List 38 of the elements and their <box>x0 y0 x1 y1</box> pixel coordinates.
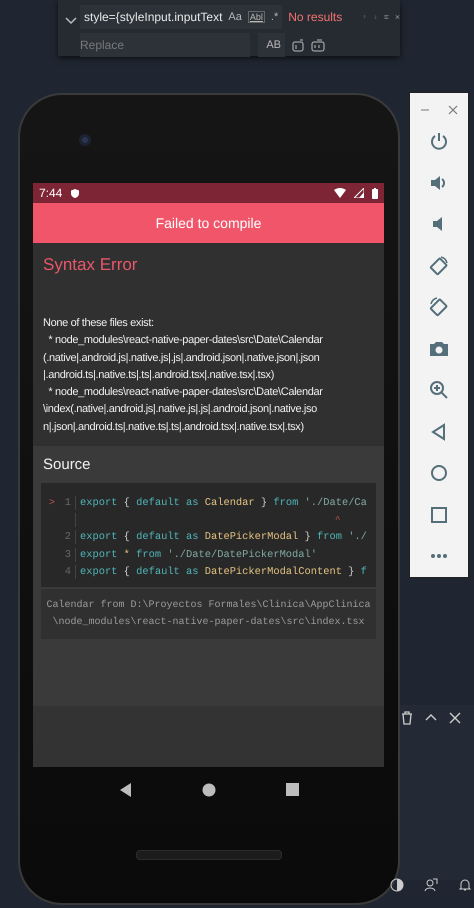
wifi-icon <box>334 188 346 198</box>
back-icon[interactable] <box>118 782 132 798</box>
camera-lens-icon <box>78 133 92 147</box>
home-icon[interactable] <box>202 782 216 796</box>
code-line: 3 export * from './Date/DatePickerModal' <box>64 546 318 564</box>
zoom-icon[interactable] <box>429 380 449 400</box>
close-icon[interactable] <box>448 104 458 115</box>
replace-icon[interactable] <box>291 38 305 52</box>
error-title: Syntax Error <box>43 255 138 275</box>
match-option[interactable]: Aa <box>228 10 242 22</box>
power-icon[interactable] <box>429 131 449 152</box>
rotate-left-icon[interactable] <box>429 297 449 318</box>
source-title: Source <box>43 456 92 473</box>
bell-icon[interactable] <box>458 878 472 892</box>
error-caret: ^ <box>335 515 340 526</box>
home-icon[interactable] <box>429 463 449 484</box>
replace-all-icon[interactable] <box>311 38 325 52</box>
error-location: Calendar from D:\Proyectos Formales\Clinica\AppClinica \node_modules\react-native-paper-dates\src\index.tsx <box>41 588 376 639</box>
contrast-icon[interactable] <box>390 878 404 892</box>
trash-icon[interactable] <box>400 711 414 725</box>
battery-icon <box>372 188 378 198</box>
person-icon[interactable] <box>424 878 438 892</box>
find-status: No results <box>288 10 342 24</box>
code-line: > 1 export { default as Calendar } from './Date/Ca <box>48 494 368 512</box>
overview-icon[interactable] <box>429 504 449 525</box>
close-icon[interactable] <box>448 711 462 725</box>
code-line: 2 export { default as DatePickerModal } from './ <box>64 529 368 546</box>
header-title: Failed to compile <box>156 215 262 231</box>
preserve-case-option[interactable]: AB <box>258 32 285 56</box>
shield-icon <box>70 188 80 198</box>
error-message: None of these files exist: * node_modules\react-native-paper-dates\src\Date\Calendar (.native|.android.js|.native.js|.js|.android.json|.native.json|.json |.android.ts|.native.ts|.ts|.android.tsx|.native.tsx|.tsx) * node_modules\react-native-paper-dates\src\Date\Calendar \index(.native|.android.js|.native.js|.js|.android.json|.native.jso n|.json|.android.ts|.native.ts|.ts|.android.tsx|.native.tsx|.tsx) <box>43 316 324 435</box>
status-time: 7:44 <box>39 186 62 200</box>
match-option[interactable]: .* <box>270 10 278 22</box>
find-field[interactable]: style={styleInput.inputText Aa Abl .* <box>80 4 282 28</box>
code-line: 4 export { default as DatePickerModalContent } f <box>64 564 368 581</box>
signal-icon <box>354 188 364 198</box>
rotate-right-icon[interactable] <box>429 256 449 276</box>
replace-field[interactable]: Replace <box>80 32 250 56</box>
